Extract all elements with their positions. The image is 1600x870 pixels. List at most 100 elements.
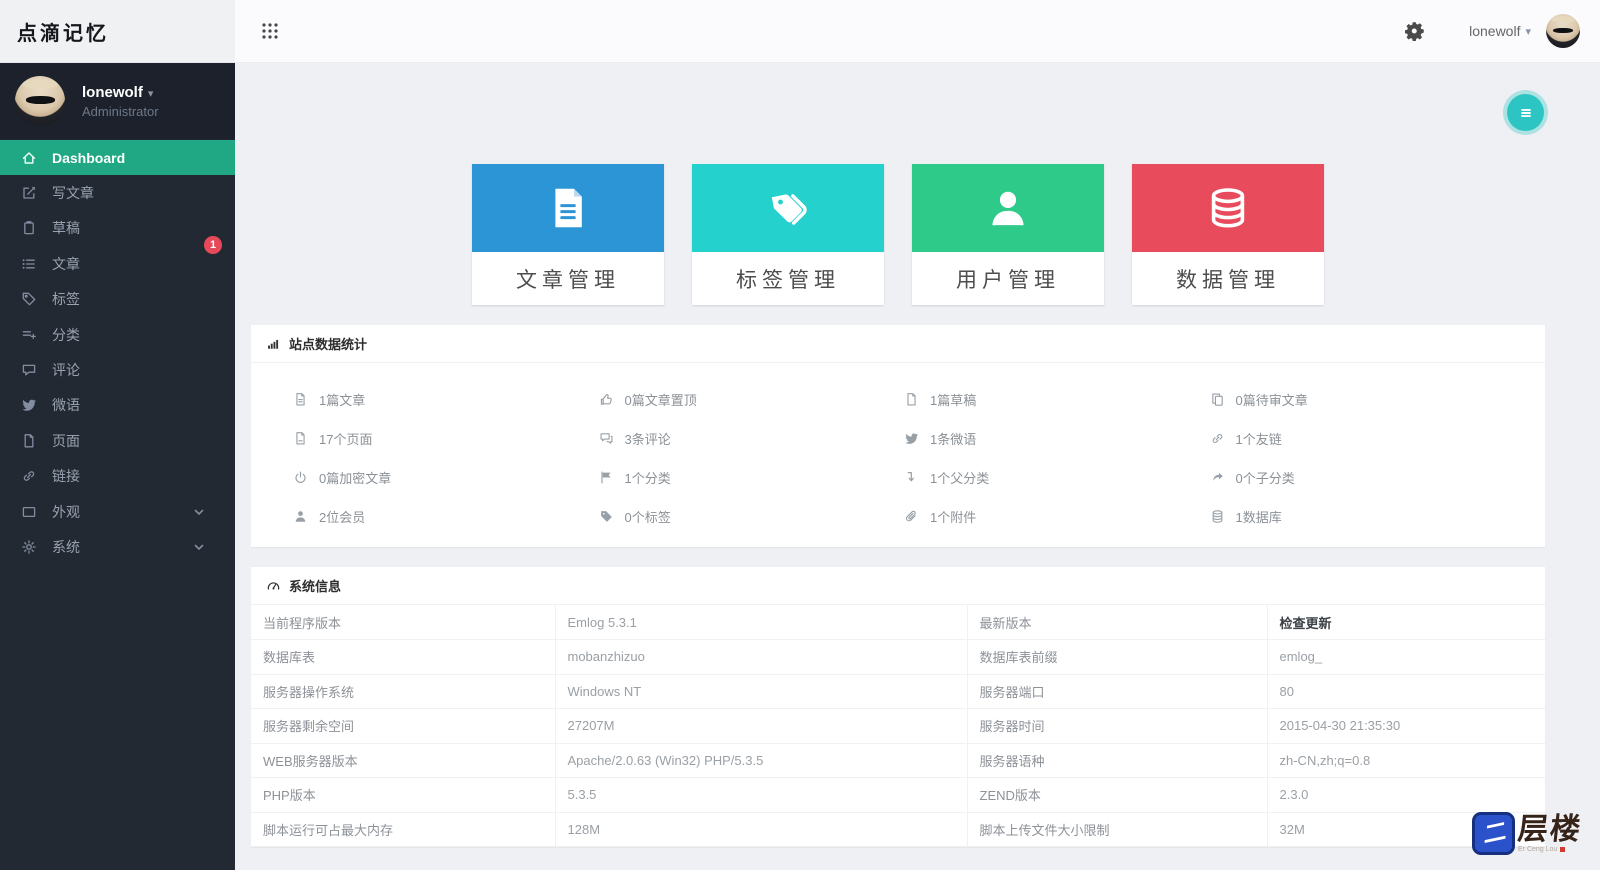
- sysinfo-label: 服务器时间: [966, 708, 1267, 744]
- site-stats-header: 站点数据统计: [251, 325, 1545, 363]
- sidebar-item-microblog[interactable]: 微语: [0, 388, 235, 423]
- stat-item: 1条微语: [904, 427, 1210, 449]
- sysinfo-label: ZEND版本: [966, 777, 1267, 813]
- sysinfo-value: Windows NT: [554, 674, 967, 709]
- stat-item: 1个附件: [904, 505, 1210, 527]
- sysinfo-value: 5.3.5: [554, 777, 967, 813]
- stat-item: 3条评论: [599, 427, 905, 449]
- user-role: Administrator: [82, 103, 159, 119]
- stat-item: 2位会员: [293, 505, 599, 527]
- sidebar-item-categories[interactable]: 分类: [0, 317, 235, 352]
- sidebar: 点滴记忆 lonewolf ▾ Administrator Dashboard 写…: [0, 0, 235, 870]
- sysinfo-label: WEB服务器版本: [251, 743, 555, 778]
- sidebar-item-write-article[interactable]: 写文章: [0, 175, 235, 210]
- appearance-icon: [21, 504, 37, 520]
- apps-grid-icon[interactable]: [261, 22, 279, 40]
- sysinfo-value: 27207M: [554, 708, 967, 744]
- stat-item: 1个分类: [599, 466, 905, 488]
- sysinfo-value: mobanzhizuo: [554, 639, 967, 675]
- link-icon: [21, 468, 37, 484]
- stat-item: 1篇文章: [293, 388, 599, 410]
- user-icon: [984, 184, 1032, 232]
- system-info-header: 系统信息: [251, 567, 1545, 605]
- toggle-menu-fab[interactable]: [1507, 94, 1544, 131]
- sidebar-item-drafts[interactable]: 草稿 1: [0, 211, 235, 254]
- user-name: lonewolf ▾: [82, 83, 154, 101]
- card-data-manage[interactable]: 数据管理: [1132, 164, 1324, 305]
- shortcut-cards: 文章管理 标签管理 用户管理 数据管理: [251, 63, 1545, 305]
- tags-icon: [764, 184, 812, 232]
- table-row: 脚本运行可占最大内存 128M 脚本上传文件大小限制 32M: [251, 812, 1545, 847]
- file-icon: [904, 392, 919, 407]
- sysinfo-label: 数据库表前缀: [966, 639, 1267, 675]
- hamburger-icon: [1520, 108, 1531, 117]
- sidebar-item-links[interactable]: 链接: [0, 459, 235, 494]
- draft-count-badge: 1: [204, 235, 222, 254]
- sidebar-item-pages[interactable]: 页面: [0, 423, 235, 458]
- stat-item: 1篇草稿: [904, 388, 1210, 410]
- file-text-icon: [293, 392, 308, 407]
- sysinfo-value: emlog_: [1266, 639, 1545, 675]
- stat-item: 0篇待审文章: [1210, 388, 1516, 410]
- ecl-logo-icon: 二: [1472, 812, 1515, 855]
- topbar: lonewolf ▾: [235, 0, 1600, 63]
- card-article-manage[interactable]: 文章管理: [472, 164, 664, 305]
- sysinfo-value: Emlog 5.3.1: [554, 605, 967, 640]
- stat-item: 17个页面: [293, 427, 599, 449]
- stats-grid: 1篇文章 0篇文章置顶 1篇草稿 0篇待审文章 17个页面 3条评论 1条微语 …: [251, 363, 1545, 547]
- comment-icon: [21, 362, 37, 378]
- sysinfo-label: PHP版本: [251, 777, 555, 813]
- sidebar-item-appearance[interactable]: 外观: [0, 494, 235, 529]
- sidebar-user-panel[interactable]: lonewolf ▾ Administrator: [0, 63, 235, 139]
- stat-item: 1个父分类: [904, 466, 1210, 488]
- sidebar-item-dashboard[interactable]: Dashboard: [0, 140, 235, 176]
- sidebar-item-comments[interactable]: 评论: [0, 352, 235, 387]
- member-icon: [293, 509, 308, 524]
- bar-chart-icon: [266, 336, 281, 351]
- twitter-icon: [904, 431, 919, 446]
- table-row: PHP版本 5.3.5 ZEND版本 2.3.0: [251, 777, 1545, 813]
- brand[interactable]: 点滴记忆: [0, 0, 235, 63]
- twitter-icon: [21, 397, 37, 413]
- table-row: 服务器剩余空间 27207M 服务器时间 2015-04-30 21:35:30: [251, 708, 1545, 744]
- paperclip-icon: [904, 509, 919, 524]
- card-tag-manage[interactable]: 标签管理: [692, 164, 884, 305]
- sidebar-item-tags[interactable]: 标签: [0, 282, 235, 317]
- sysinfo-label: 当前程序版本: [251, 605, 555, 640]
- sysinfo-value: Apache/2.0.63 (Win32) PHP/5.3.5: [554, 743, 967, 778]
- table-row: 数据库表 mobanzhizuo 数据库表前缀 emlog_: [251, 639, 1545, 675]
- gear-icon: [21, 539, 37, 555]
- sidebar-menu: Dashboard 写文章 草稿 1 文章 标签 分类 评论 微语 页面 链接 …: [0, 140, 235, 565]
- caret-down-icon: ▾: [1525, 25, 1531, 38]
- stat-item: 1数据库: [1210, 505, 1516, 527]
- card-user-manage[interactable]: 用户管理: [912, 164, 1104, 305]
- stat-item: 0篇文章置顶: [599, 388, 905, 410]
- pages-icon: [293, 431, 308, 446]
- main-content: 文章管理 标签管理 用户管理 数据管理 站点数据统计 1篇文章 0篇文章置顶 1…: [235, 63, 1600, 870]
- sysinfo-value: 80: [1266, 674, 1545, 709]
- check-update-link[interactable]: 检查更新: [1266, 605, 1545, 640]
- table-row: 服务器操作系统 Windows NT 服务器端口 80: [251, 674, 1545, 709]
- share-icon: [1210, 470, 1225, 485]
- ecl-watermark: 二 层楼 Er Ceng Lou: [1472, 811, 1584, 855]
- system-info-panel: 系统信息 当前程序版本 Emlog 5.3.1 最新版本 检查更新 数据库表 m…: [251, 567, 1545, 847]
- edit-icon: [21, 185, 37, 201]
- sidebar-item-articles[interactable]: 文章: [0, 246, 235, 281]
- brand-title: 点滴记忆: [17, 22, 109, 45]
- sidebar-item-system[interactable]: 系统: [0, 529, 235, 564]
- tag-icon: [21, 291, 37, 307]
- topbar-user-menu[interactable]: lonewolf ▾: [1469, 23, 1531, 39]
- home-icon: [21, 150, 37, 166]
- gear-icon[interactable]: [1405, 21, 1425, 41]
- sysinfo-label: 服务器语种: [966, 743, 1267, 778]
- topbar-avatar[interactable]: [1546, 14, 1580, 48]
- user-avatar: [15, 76, 65, 126]
- watermark-text: 层楼: [1516, 811, 1584, 847]
- stat-item: 0个标签: [599, 505, 905, 527]
- flag-icon: [599, 470, 614, 485]
- site-stats-panel: 站点数据统计 1篇文章 0篇文章置顶 1篇草稿 0篇待审文章 17个页面 3条评…: [251, 325, 1545, 547]
- table-row: 当前程序版本 Emlog 5.3.1 最新版本 检查更新: [251, 605, 1545, 640]
- clipboard-icon: [21, 220, 37, 236]
- sysinfo-value: 2015-04-30 21:35:30: [1266, 708, 1545, 744]
- system-info-table: 当前程序版本 Emlog 5.3.1 最新版本 检查更新 数据库表 mobanz…: [251, 605, 1545, 847]
